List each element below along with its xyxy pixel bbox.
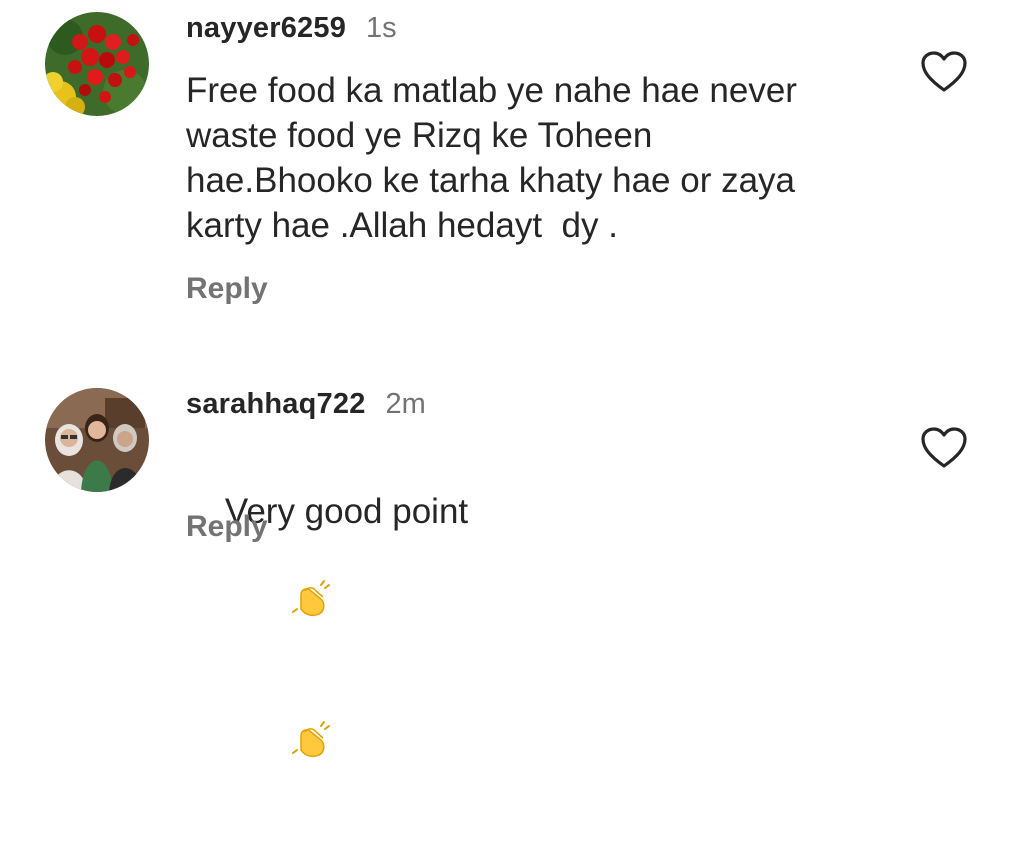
comment-header: sarahhaq722 2m [186, 388, 426, 421]
reply-button[interactable]: Reply [186, 510, 268, 544]
comment-header: nayyer6259 1s [186, 12, 397, 45]
timestamp: 1s [366, 12, 397, 44]
avatar[interactable] [45, 12, 149, 116]
reply-button[interactable]: Reply [186, 272, 268, 306]
timestamp: 2m [385, 388, 426, 420]
heart-outline-icon [921, 51, 967, 92]
clapping-hands-emoji [233, 675, 331, 816]
clapping-hands-emoji [233, 534, 331, 675]
like-button[interactable] [920, 50, 968, 94]
username[interactable]: sarahhaq722 [186, 388, 366, 421]
rose-flowers-avatar [45, 12, 149, 116]
like-button[interactable] [920, 426, 968, 470]
comment-text: Very good point [186, 444, 886, 861]
avatar[interactable] [45, 388, 149, 492]
family-photo-avatar [45, 388, 149, 492]
username[interactable]: nayyer6259 [186, 12, 346, 45]
heart-outline-icon [921, 427, 967, 468]
comment-text: Free food ka matlab ye nahe hae never wa… [186, 71, 797, 245]
